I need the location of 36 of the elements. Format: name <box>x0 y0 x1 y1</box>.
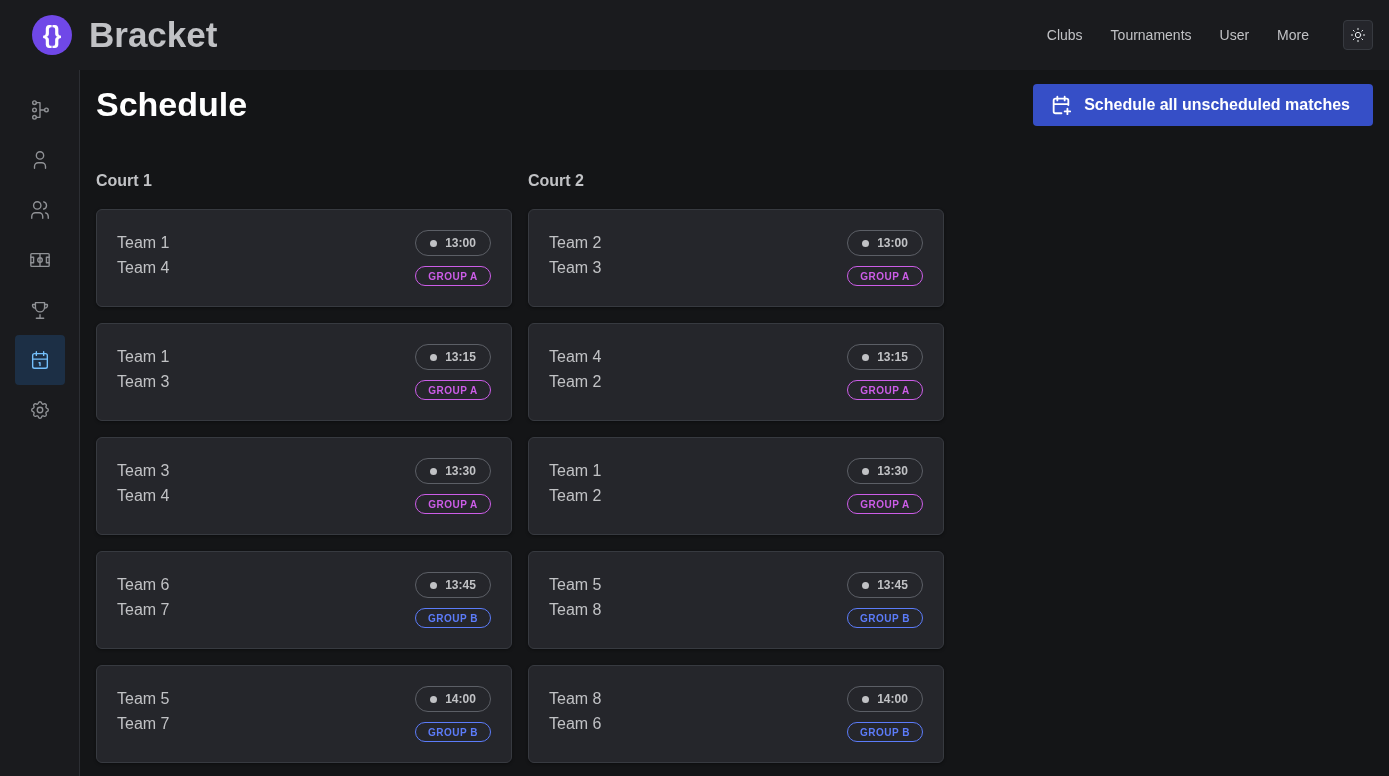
sidebar-item[interactable] <box>14 335 65 385</box>
team-name: Team 6 <box>549 714 602 734</box>
team-name: Team 7 <box>117 714 170 734</box>
app-name: Bracket <box>89 13 218 56</box>
page-title: Schedule <box>96 84 248 125</box>
team-name: Team 7 <box>117 600 170 620</box>
nav-link[interactable]: Tournaments <box>1096 24 1206 46</box>
team-name: Team 6 <box>117 575 170 595</box>
court-title: Court 2 <box>528 171 585 190</box>
theme-toggle-button[interactable] <box>1343 20 1373 50</box>
team-name: Team 1 <box>117 233 170 253</box>
team-name: Team 3 <box>549 258 602 278</box>
nav-link[interactable]: More <box>1263 24 1323 46</box>
team-name: Team 2 <box>549 372 602 392</box>
team-name: Team 1 <box>117 347 170 367</box>
nav-link[interactable]: Clubs <box>1032 24 1097 46</box>
settings-icon <box>28 399 51 421</box>
team-name: Team 5 <box>117 689 170 709</box>
team-name: Team 8 <box>549 689 602 709</box>
users-icon <box>28 199 51 221</box>
team-name: Team 8 <box>549 600 602 620</box>
team-name: Team 4 <box>117 486 170 506</box>
team-name: Team 1 <box>549 461 602 481</box>
calendar-plus-icon <box>1050 94 1073 116</box>
sun-icon <box>1350 27 1366 43</box>
team-name: Team 4 <box>117 258 170 278</box>
logo: {} <box>32 15 72 55</box>
schedule-all-button[interactable]: Schedule all unscheduled matches <box>1033 84 1373 126</box>
team-name: Team 3 <box>117 461 170 481</box>
team-name: Team 5 <box>549 575 602 595</box>
nav-link[interactable]: User <box>1205 24 1264 46</box>
court-title: Court 1 <box>96 171 153 190</box>
team-name: Team 3 <box>117 372 170 392</box>
team-name: Team 2 <box>549 486 602 506</box>
team-name: Team 4 <box>549 347 602 367</box>
team-name: Team 2 <box>549 233 602 253</box>
